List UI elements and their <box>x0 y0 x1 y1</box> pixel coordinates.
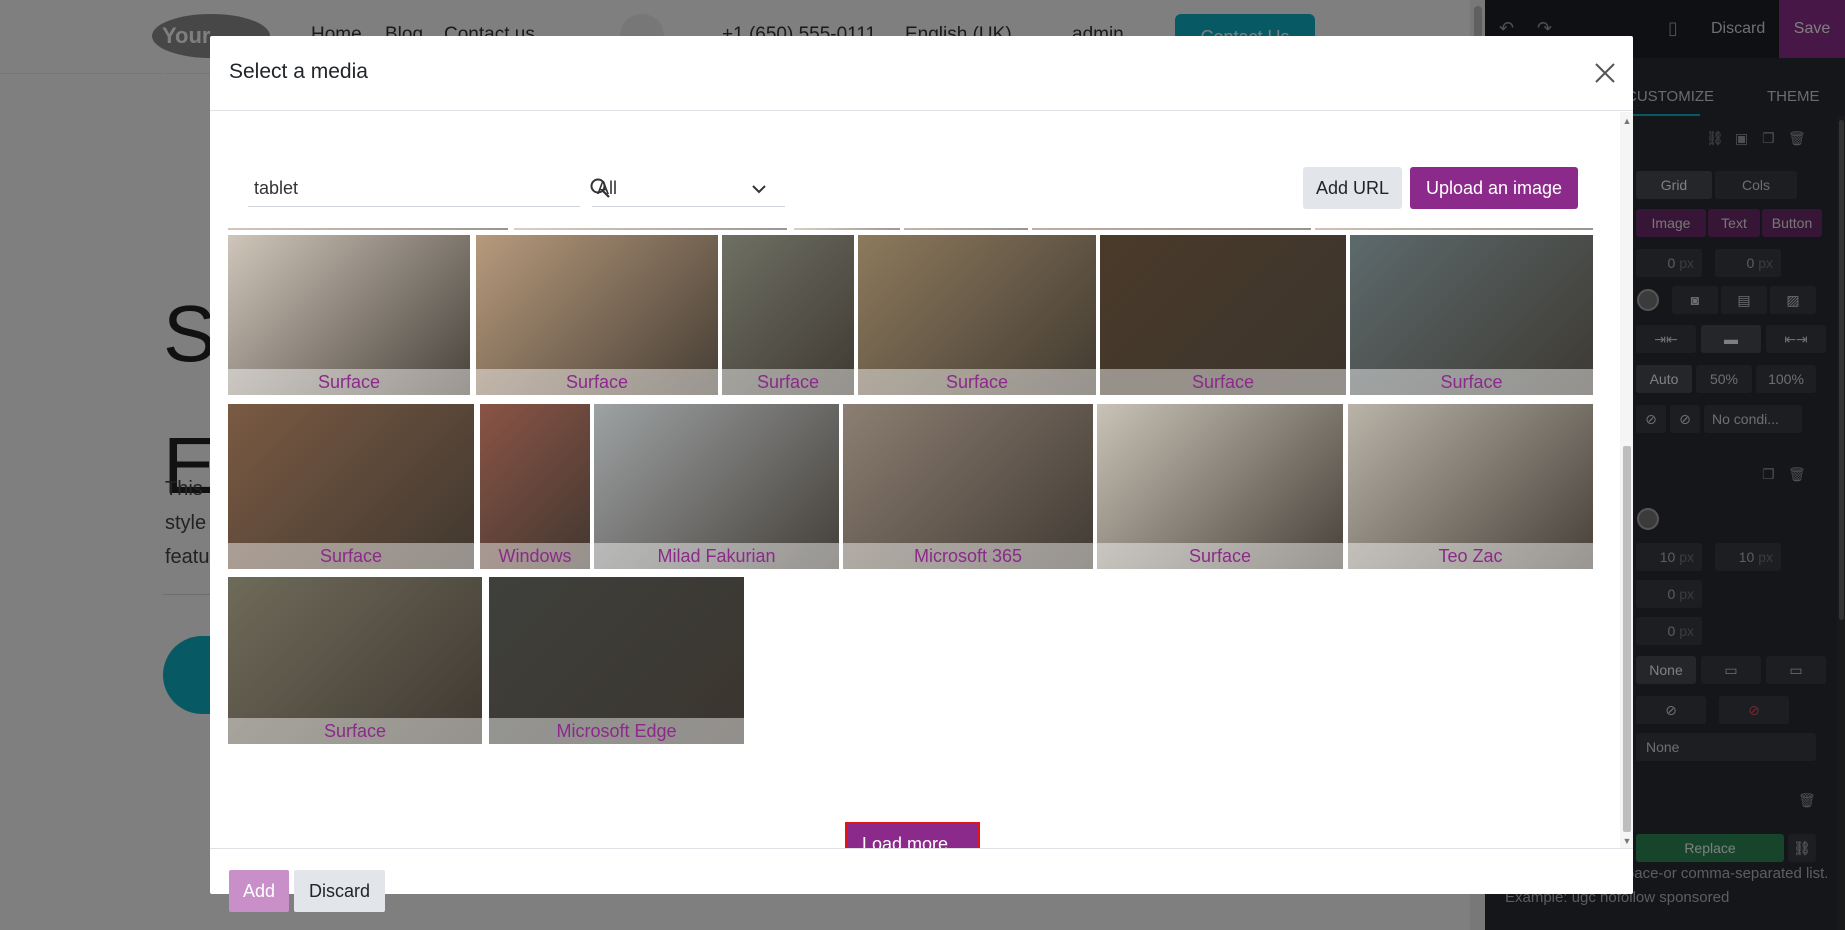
media-thumbnail[interactable]: Surface <box>228 404 474 569</box>
add-button[interactable]: Add <box>229 870 289 912</box>
load-more-button[interactable]: Load more... <box>845 822 980 848</box>
dialog-footer: Add Discard <box>210 848 1633 912</box>
media-caption: Surface <box>228 369 470 395</box>
scroll-up-icon[interactable]: ▲ <box>1622 116 1632 126</box>
media-caption: Teo Zac <box>1348 543 1593 569</box>
media-dialog: Select a media zhenzhong liuMicrosoft Ed… <box>210 36 1633 912</box>
media-caption: Microsoft Edge <box>489 718 744 744</box>
media-thumbnail[interactable]: Surface <box>1097 404 1343 569</box>
media-thumbnail[interactable]: Microsoft 365 <box>843 404 1093 569</box>
dialog-body: zhenzhong liuMicrosoft EdgeEugene Ch...S… <box>210 112 1633 848</box>
discard-button[interactable]: Discard <box>294 870 385 912</box>
scroll-down-icon[interactable]: ▼ <box>1622 836 1632 846</box>
close-icon[interactable] <box>1590 58 1620 88</box>
dialog-scrollbar-thumb[interactable] <box>1623 446 1631 832</box>
media-caption: Windows <box>480 543 590 569</box>
media-thumbnail[interactable]: Teo Zac <box>1348 404 1593 569</box>
media-thumbnail[interactable]: Surface <box>722 235 854 395</box>
media-toolbar: All Add URL Upload an image <box>210 112 1618 228</box>
search-box <box>248 169 610 207</box>
media-caption: Surface <box>228 718 482 744</box>
dialog-title: Select a media <box>229 60 368 83</box>
media-thumbnail[interactable]: Surface <box>1100 235 1346 395</box>
media-thumbnail[interactable]: Surface <box>476 235 718 395</box>
media-caption: Surface <box>1097 543 1343 569</box>
add-url-button[interactable]: Add URL <box>1303 167 1402 209</box>
media-caption: Surface <box>1100 369 1346 395</box>
media-caption: Milad Fakurian <box>594 543 839 569</box>
media-caption: Surface <box>228 543 474 569</box>
media-thumbnail[interactable]: Milad Fakurian <box>594 404 839 569</box>
media-caption: Surface <box>1350 369 1593 395</box>
media-caption: Surface <box>858 369 1096 395</box>
media-caption: Microsoft 365 <box>843 543 1093 569</box>
media-thumbnail[interactable]: Surface <box>228 235 470 395</box>
dialog-header: Select a media <box>210 36 1633 111</box>
media-caption: Surface <box>476 369 718 395</box>
chevron-down-icon <box>752 185 766 194</box>
search-input[interactable] <box>248 169 538 207</box>
media-caption: Surface <box>722 369 854 395</box>
media-thumbnail[interactable]: Surface <box>228 577 482 744</box>
media-thumbnail[interactable]: Surface <box>1350 235 1593 395</box>
upload-image-button[interactable]: Upload an image <box>1410 167 1578 209</box>
media-thumbnail[interactable]: Microsoft Edge <box>489 577 744 744</box>
media-thumbnail[interactable]: Windows <box>480 404 590 569</box>
media-thumbnail[interactable]: Surface <box>858 235 1096 395</box>
